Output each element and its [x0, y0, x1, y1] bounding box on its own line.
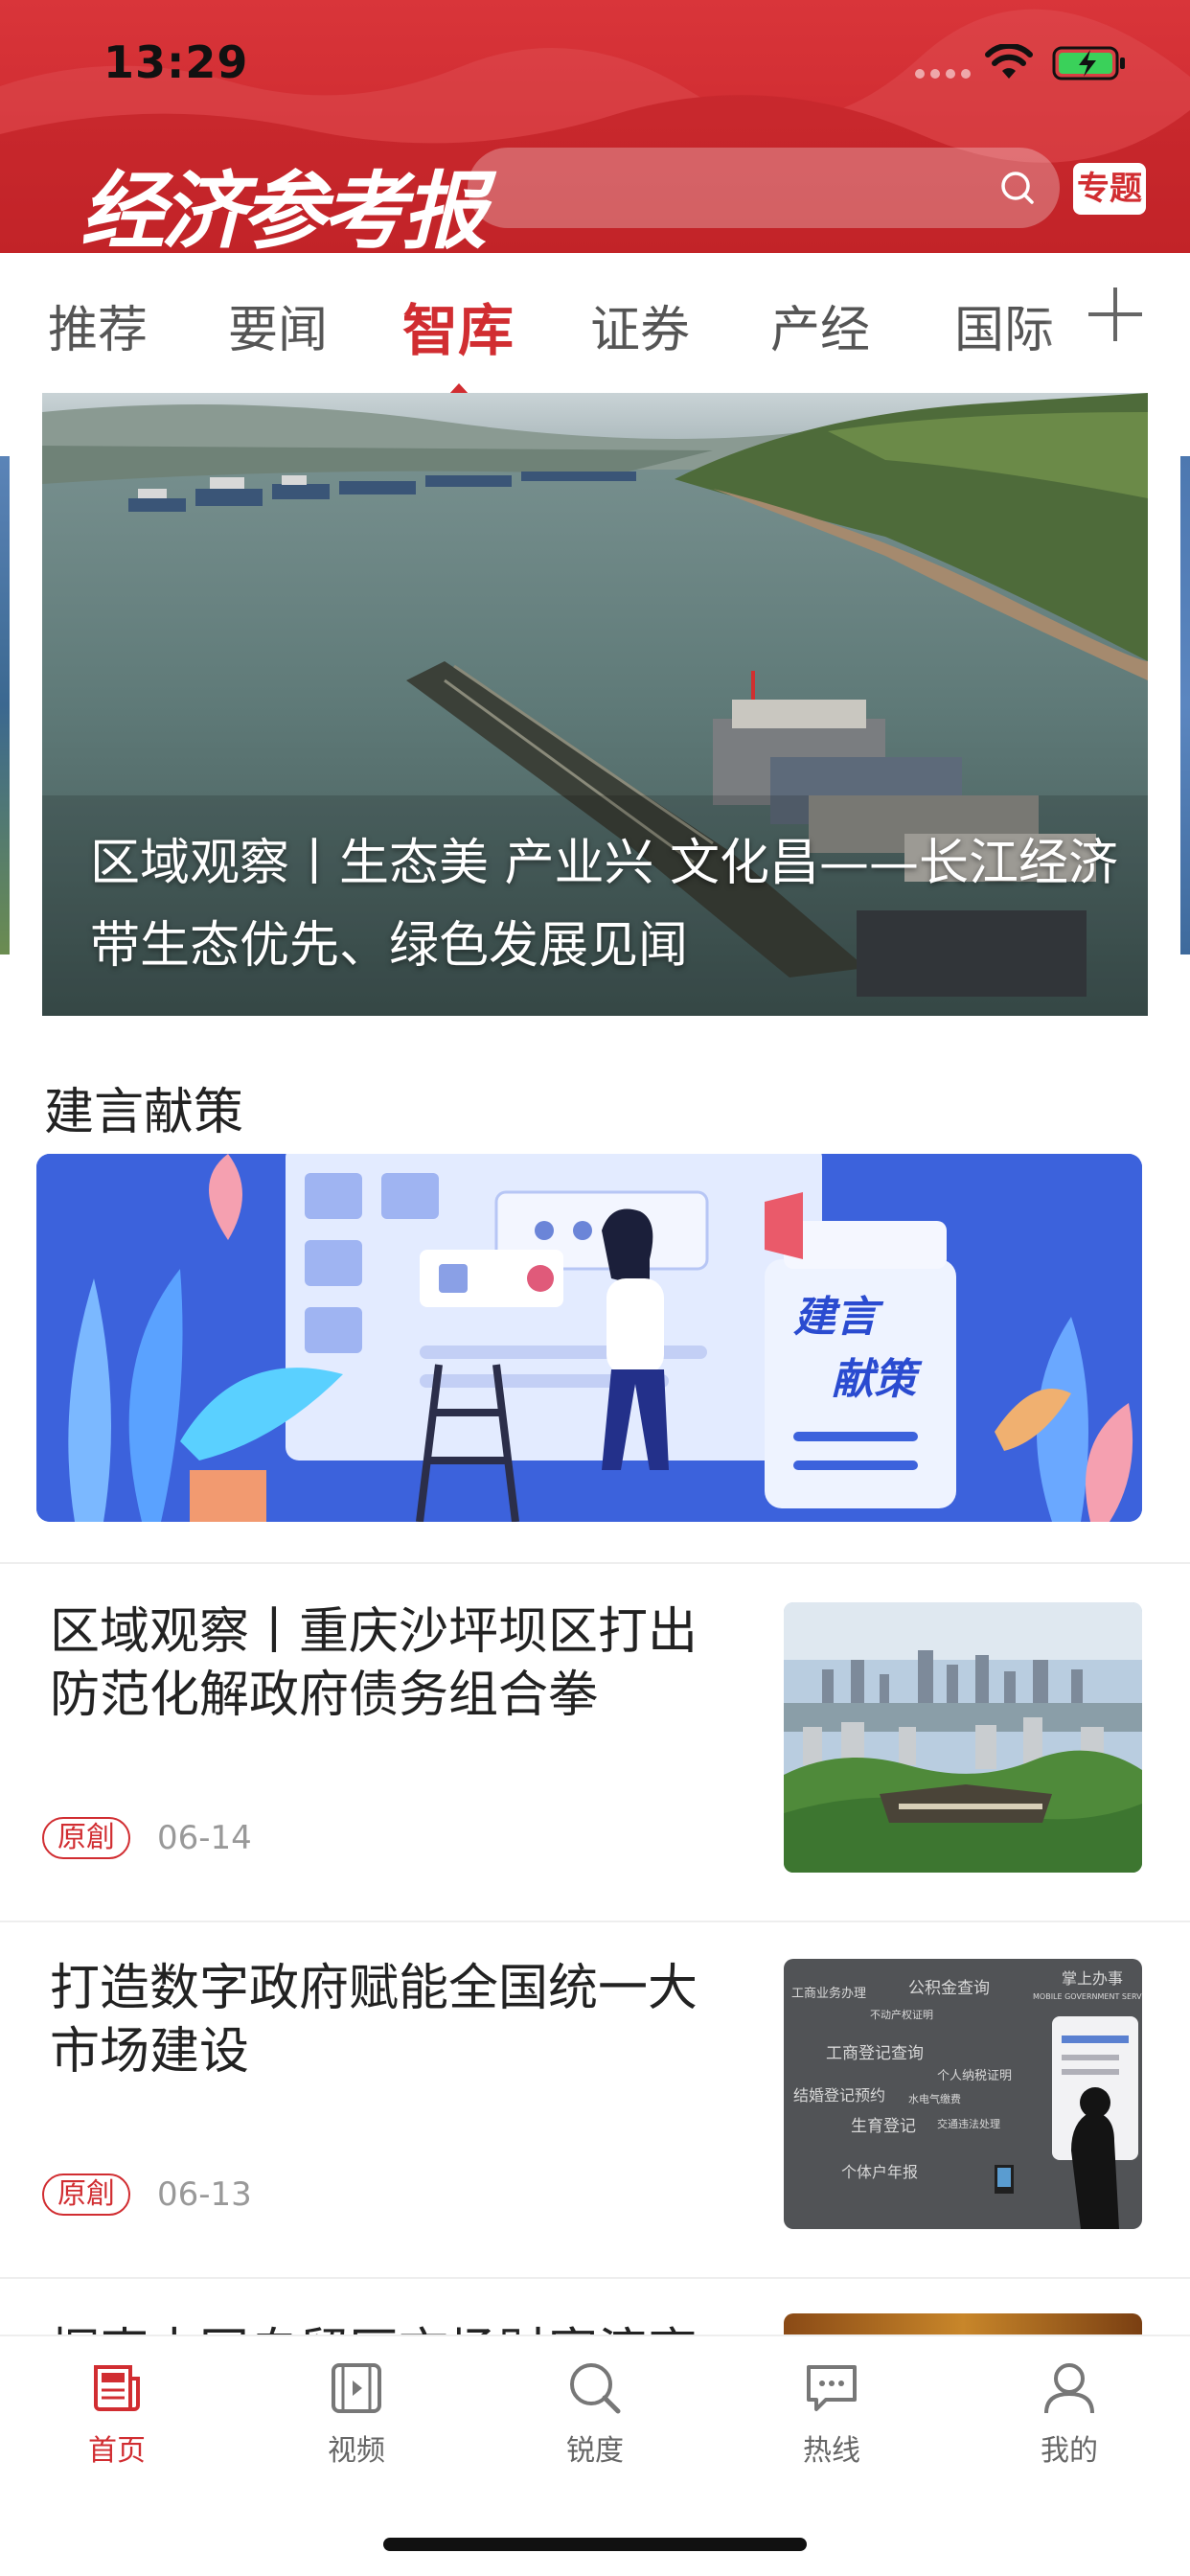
article-item[interactable]: 区域观察丨重庆沙坪坝区打出防范化解政府债务组合拳 原創 06-14 — [0, 1566, 1190, 1920]
carousel-prev-peek — [0, 456, 10, 954]
banner-illustration: 建言 献策 — [36, 1154, 1142, 1522]
topic-button[interactable]: 专题 — [1073, 163, 1146, 215]
search-icon[interactable] — [998, 169, 1037, 207]
article-date: 06-13 — [157, 2175, 252, 2214]
tab-recommend[interactable]: 推荐 — [48, 289, 148, 361]
user-icon — [1044, 2363, 1094, 2414]
tab-headlines[interactable]: 要闻 — [228, 289, 328, 361]
thumb-sub: MOBILE GOVERNMENT SERVICE APP — [1033, 1992, 1142, 2001]
article-date: 06-14 — [157, 1819, 252, 1857]
nav-label: 我的 — [1041, 2434, 1098, 2468]
search-input[interactable] — [468, 148, 1060, 228]
thumb-word: 交通违法处理 — [937, 2117, 1000, 2130]
original-badge: 原創 — [42, 1817, 130, 1859]
nav-label: 视频 — [328, 2434, 385, 2468]
chat-icon — [807, 2365, 857, 2411]
tab-industry[interactable]: 产经 — [770, 289, 870, 361]
status-bar: 13:29 — [0, 0, 1190, 125]
tab-think-tank[interactable]: 智库 — [402, 286, 514, 366]
add-channel-icon[interactable] — [1085, 284, 1146, 345]
thumb-word: 个人纳税证明 — [937, 2069, 1012, 2083]
nav-home[interactable]: 首页 — [40, 2359, 194, 2469]
signal-icon — [915, 69, 971, 79]
status-time: 13:29 — [103, 36, 249, 88]
thumb-word: 生育登记 — [851, 2117, 916, 2136]
nav-video[interactable]: 视频 — [280, 2359, 433, 2469]
home-indicator[interactable] — [383, 2538, 807, 2551]
article-title[interactable]: 打造数字政府赋能全国统一大市场建设 — [50, 1957, 730, 2083]
nav-label: 热线 — [803, 2434, 860, 2468]
gov-service-photo: 掌上办事 MOBILE GOVERNMENT SERVICE APP 工商业务办… — [784, 1959, 1142, 2229]
divider — [0, 2277, 1190, 2279]
banner-text-2: 献策 — [832, 1356, 923, 1403]
tab-securities[interactable]: 证券 — [590, 289, 690, 361]
thumb-word: 工商登记查询 — [826, 2044, 924, 2063]
carousel-next-peek — [1180, 456, 1190, 954]
article-thumbnail[interactable]: 掌上办事 MOBILE GOVERNMENT SERVICE APP 工商业务办… — [784, 1959, 1142, 2229]
city-photo — [784, 1602, 1142, 1873]
app-header: 13:29 经济参考报 专题 — [0, 0, 1190, 253]
news-icon — [94, 2365, 140, 2411]
app-logo[interactable]: 经济参考报 — [80, 144, 487, 253]
thumb-word: 工商业务办理 — [791, 1986, 866, 2001]
divider — [0, 1562, 1190, 1564]
thumb-header: 掌上办事 — [1062, 1969, 1123, 1988]
nav-label: 首页 — [88, 2434, 146, 2468]
thumb-word: 个体户年报 — [841, 2163, 918, 2181]
thumb-word: 水电气缴费 — [908, 2092, 961, 2105]
nav-profile[interactable]: 我的 — [993, 2359, 1146, 2469]
hero-carousel-item[interactable]: 区域观察丨生态美 产业兴 文化昌——长江经济带生态优先、绿色发展见闻 — [42, 393, 1148, 1016]
thumb-word: 结婚登记预约 — [793, 2086, 885, 2104]
category-tabs: 推荐 要闻 智库 证券 产经 国际 — [0, 253, 1190, 397]
tab-international[interactable]: 国际 — [954, 289, 1054, 361]
banner-text-1: 建言 — [793, 1294, 884, 1341]
search-icon — [570, 2363, 621, 2414]
hero-title[interactable]: 区域观察丨生态美 产业兴 文化昌——长江经济带生态优先、绿色发展见闻 — [90, 822, 1125, 987]
thumb-word: 公积金查询 — [908, 1979, 990, 1998]
video-icon — [332, 2363, 381, 2413]
battery-icon — [1052, 46, 1125, 80]
wifi-icon — [985, 44, 1033, 79]
article-item[interactable]: 打造数字政府赋能全国统一大市场建设 原創 06-13 掌上办事 MOBILE G… — [0, 1922, 1190, 2277]
advice-banner[interactable]: 建言 献策 — [36, 1154, 1142, 1522]
thumb-word: 不动产权证明 — [870, 2008, 933, 2021]
original-badge: 原創 — [42, 2174, 130, 2216]
article-title[interactable]: 区域观察丨重庆沙坪坝区打出防范化解政府债务组合拳 — [50, 1600, 730, 1727]
nav-sharpness[interactable]: 锐度 — [518, 2359, 672, 2469]
nav-label: 锐度 — [566, 2434, 624, 2468]
section-title: 建言献策 — [44, 1084, 244, 1141]
nav-hotline[interactable]: 热线 — [755, 2359, 908, 2469]
article-thumbnail[interactable] — [784, 1602, 1142, 1873]
tab-fade — [1044, 253, 1083, 387]
